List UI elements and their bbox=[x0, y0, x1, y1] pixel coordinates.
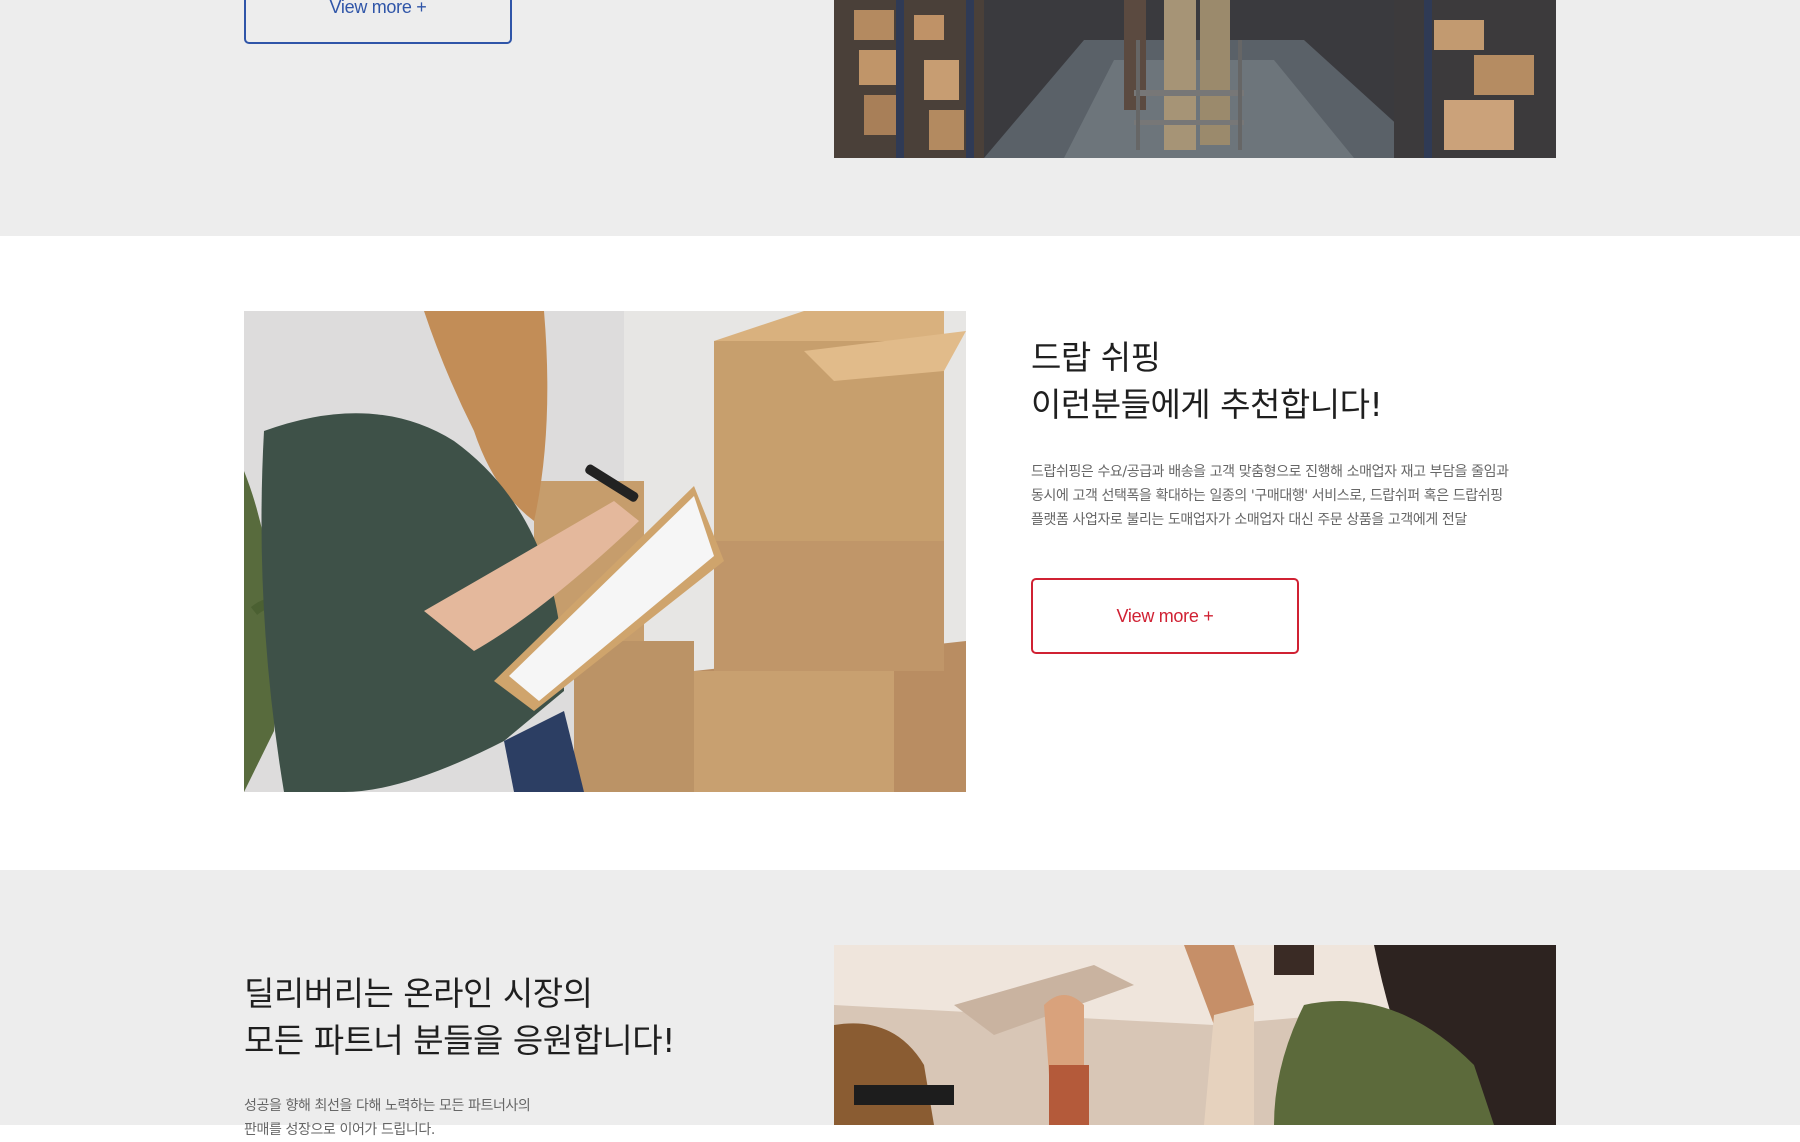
drop-shipping-title: 드랍 쉬핑 이런분들에게 추천합니다! bbox=[1031, 334, 1383, 428]
partner-title-line1: 딜리버리는 온라인 시장의 bbox=[244, 974, 593, 1013]
partner-desc-line2: 판매를 성장으로 이어가 드립니다. bbox=[244, 1122, 435, 1138]
warehouse-photo bbox=[834, 0, 1556, 158]
top-section: View more + bbox=[0, 0, 1800, 236]
drop-shipping-desc-line1: 드랍쉬핑은 수요/공급과 배송을 고객 맞춤형으로 진행해 소매업자 재고 부담… bbox=[1031, 464, 1509, 480]
partner-section: 딜리버리는 온라인 시장의 모든 파트너 분들을 응원합니다! 성공을 향해 최… bbox=[0, 870, 1800, 1138]
partner-title: 딜리버리는 온라인 시장의 모든 파트너 분들을 응원합니다! bbox=[244, 970, 675, 1064]
drop-shipping-desc-line3: 플랫폼 사업자로 불리는 도매업자가 소매업자 대신 주문 상품을 고객에게 전… bbox=[1031, 512, 1467, 528]
partner-title-line2: 모든 파트너 분들을 응원합니다! bbox=[244, 1021, 675, 1060]
view-more-button-top[interactable]: View more + bbox=[244, 0, 512, 44]
drop-shipping-description: 드랍쉬핑은 수요/공급과 배송을 고객 맞춤형으로 진행해 소매업자 재고 부담… bbox=[1031, 460, 1509, 532]
view-more-button-drop-shipping[interactable]: View more + bbox=[1031, 578, 1299, 654]
team-celebration-photo bbox=[834, 945, 1556, 1125]
partner-desc-line1: 성공을 향해 최선을 다해 노력하는 모든 파트너사의 bbox=[244, 1098, 531, 1114]
drop-shipping-section: 드랍 쉬핑 이런분들에게 추천합니다! 드랍쉬핑은 수요/공급과 배송을 고객 … bbox=[0, 236, 1800, 870]
woman-with-boxes-photo bbox=[244, 311, 966, 792]
drop-shipping-desc-line2: 동시에 고객 선택폭을 확대하는 일종의 '구매대행' 서비스로, 드랍쉬퍼 혹… bbox=[1031, 488, 1503, 504]
drop-shipping-title-line2: 이런분들에게 추천합니다! bbox=[1031, 385, 1383, 424]
partner-description: 성공을 향해 최선을 다해 노력하는 모든 파트너사의 판매를 성장으로 이어가… bbox=[244, 1094, 531, 1142]
drop-shipping-title-line1: 드랍 쉬핑 bbox=[1031, 338, 1161, 377]
